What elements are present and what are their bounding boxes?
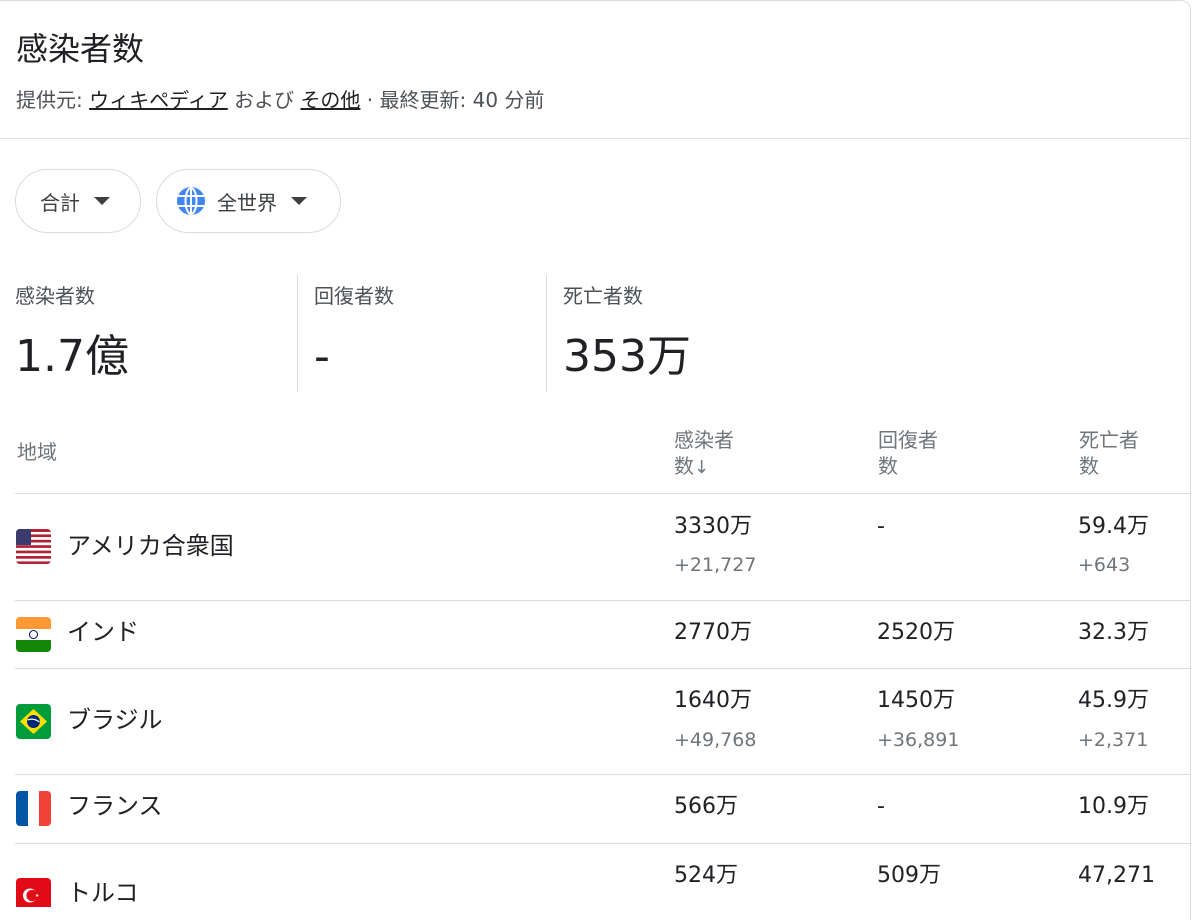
column-header-region[interactable]: 地域 bbox=[17, 439, 57, 465]
table-row[interactable]: ブラジル 1640万 +49,768 1450万 +36,891 45.9万 +… bbox=[0, 669, 1191, 774]
deaths-delta: +643 bbox=[1078, 554, 1131, 576]
table-row[interactable]: トルコ 524万 509万 47,271 bbox=[0, 844, 1191, 907]
country-name: フランス bbox=[67, 792, 163, 820]
source-line: 提供元: ウィキペディア および その他 · 最終更新: 40 分前 bbox=[16, 87, 544, 113]
sort-arrow-icon: ↓ bbox=[694, 457, 710, 478]
cases-value: 524万 bbox=[674, 863, 738, 888]
deaths-value: 10.9万 bbox=[1078, 794, 1149, 819]
france-flag-icon bbox=[16, 791, 51, 826]
header-text: 回復者 bbox=[878, 428, 938, 452]
country-name: インド bbox=[67, 618, 139, 646]
card-header: 感染者数 提供元: ウィキペディア および その他 · 最終更新: 40 分前 bbox=[0, 1, 1191, 139]
stat-value: 353万 bbox=[563, 331, 691, 382]
table-row[interactable]: アメリカ合衆国 3330万 +21,727 - 59.4万 +643 bbox=[0, 494, 1191, 600]
recovered-value: - bbox=[877, 794, 885, 819]
header-text: 感染者 bbox=[674, 428, 734, 452]
deaths-value: 32.3万 bbox=[1078, 620, 1149, 645]
recovered-delta: +36,891 bbox=[877, 729, 960, 751]
others-link[interactable]: その他 bbox=[300, 88, 360, 112]
country-name: トルコ bbox=[67, 879, 139, 907]
stat-recovered: 回復者数 - bbox=[314, 275, 547, 392]
period-dropdown[interactable]: 合計 bbox=[15, 169, 141, 233]
recovered-value: - bbox=[877, 514, 885, 539]
period-dropdown-label: 合計 bbox=[40, 190, 80, 215]
country-name: ブラジル bbox=[67, 706, 163, 734]
stat-cases: 感染者数 1.7億 bbox=[15, 275, 298, 392]
cases-value: 1640万 bbox=[674, 688, 752, 713]
cases-value: 2770万 bbox=[674, 620, 752, 645]
card-title: 感染者数 bbox=[16, 30, 145, 68]
deaths-value: 45.9万 bbox=[1078, 688, 1149, 713]
deaths-delta: +2,371 bbox=[1078, 729, 1149, 751]
header-text: 死亡者 bbox=[1079, 428, 1139, 452]
cases-delta: +49,768 bbox=[674, 729, 757, 751]
header-text-line2: 数↓ bbox=[674, 453, 764, 481]
deaths-value: 59.4万 bbox=[1078, 514, 1149, 539]
stat-value: - bbox=[314, 331, 330, 382]
covid-stats-card: 感染者数 提供元: ウィキペディア および その他 · 最終更新: 40 分前 … bbox=[0, 0, 1191, 920]
caret-down-icon bbox=[94, 197, 110, 205]
header-text: 数 bbox=[1079, 454, 1099, 478]
region-dropdown[interactable]: 全世界 bbox=[156, 169, 341, 233]
cases-delta: +21,727 bbox=[674, 554, 757, 576]
stat-value: 1.7億 bbox=[15, 331, 129, 382]
cases-value: 566万 bbox=[674, 794, 738, 819]
column-header-recovered[interactable]: 回復者 数 bbox=[878, 427, 968, 479]
us-flag-icon bbox=[16, 529, 51, 564]
last-updated: · 最終更新: 40 分前 bbox=[360, 88, 545, 112]
recovered-value: 2520万 bbox=[877, 620, 955, 645]
stat-deaths: 死亡者数 353万 bbox=[563, 275, 863, 392]
column-header-cases[interactable]: 感染者 数↓ bbox=[674, 427, 764, 481]
country-name: アメリカ合衆国 bbox=[67, 532, 234, 560]
region-dropdown-label: 全世界 bbox=[217, 190, 277, 215]
table-row[interactable]: インド 2770万 2520万 32.3万 bbox=[0, 601, 1191, 668]
india-flag-icon bbox=[16, 617, 51, 652]
deaths-value: 47,271 bbox=[1078, 863, 1155, 888]
recovered-value: 1450万 bbox=[877, 688, 955, 713]
brazil-flag-icon bbox=[16, 704, 51, 739]
stat-label: 回復者数 bbox=[314, 284, 394, 308]
table-row[interactable]: フランス 566万 - 10.9万 bbox=[0, 775, 1191, 843]
column-header-deaths[interactable]: 死亡者 数 bbox=[1079, 427, 1169, 479]
header-text: 数 bbox=[674, 454, 694, 478]
stat-label: 感染者数 bbox=[15, 284, 95, 308]
wikipedia-link[interactable]: ウィキペディア bbox=[89, 88, 228, 112]
cases-value: 3330万 bbox=[674, 514, 752, 539]
caret-down-icon bbox=[291, 197, 307, 205]
stat-label: 死亡者数 bbox=[563, 284, 643, 308]
globe-icon bbox=[177, 187, 205, 215]
source-prefix: 提供元: bbox=[16, 88, 90, 112]
turkey-flag-icon bbox=[16, 878, 51, 907]
source-and: および bbox=[227, 88, 301, 112]
recovered-value: 509万 bbox=[877, 863, 941, 888]
header-text: 数 bbox=[878, 454, 898, 478]
